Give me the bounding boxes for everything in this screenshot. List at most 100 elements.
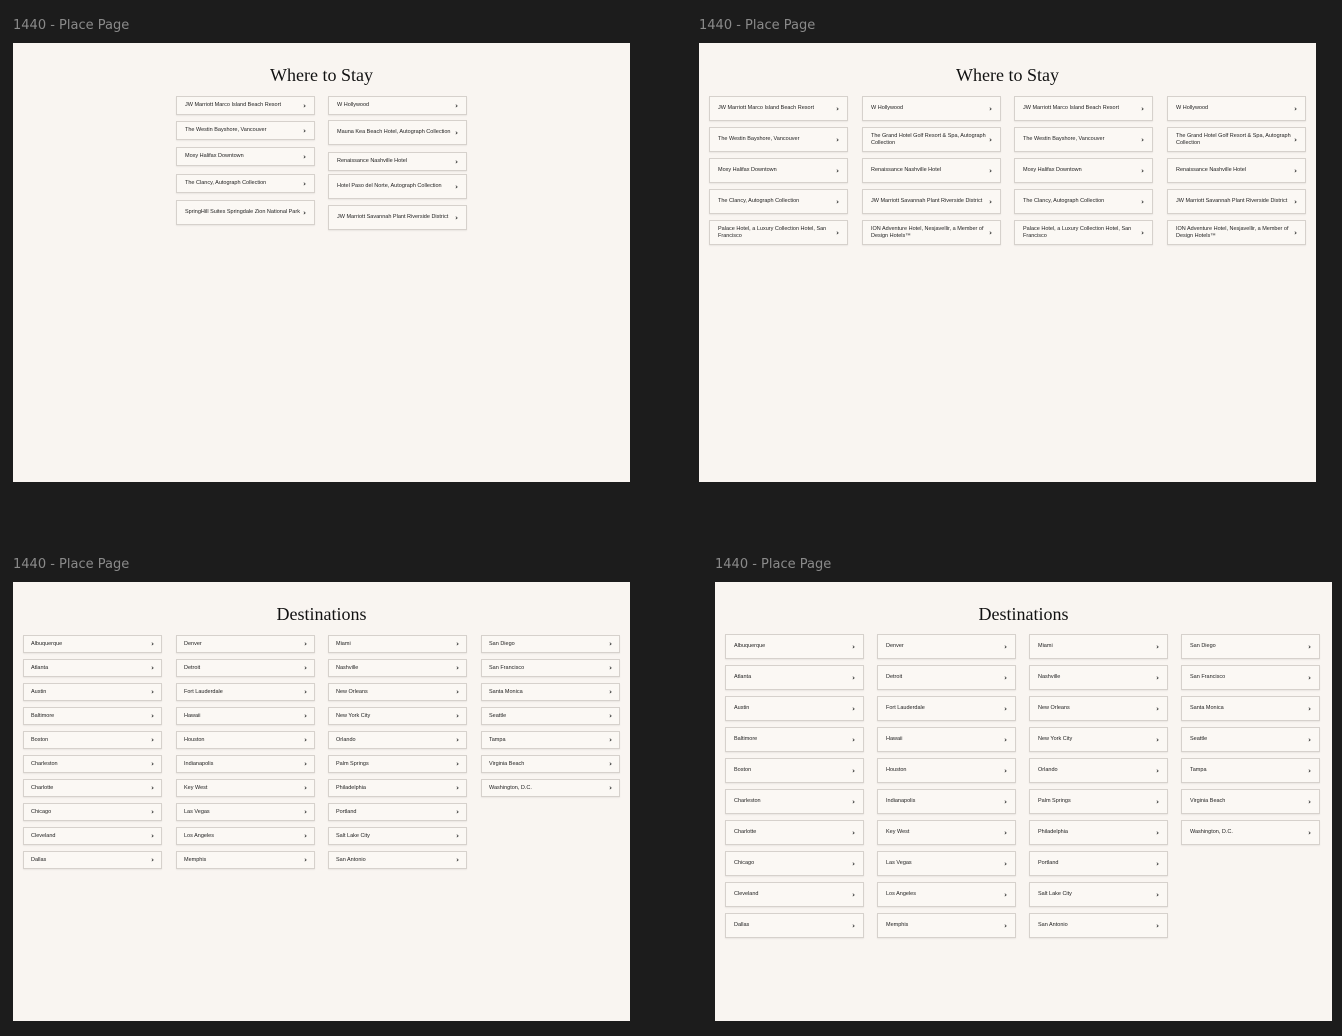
destination-card[interactable]: Albuquerque › xyxy=(23,635,162,653)
destination-card[interactable]: Chicago › xyxy=(23,803,162,821)
destination-card[interactable]: Tampa › xyxy=(1181,758,1320,783)
destination-card[interactable]: Fort Lauderdale › xyxy=(176,683,315,701)
destination-card[interactable]: Dallas › xyxy=(23,851,162,869)
destination-card[interactable]: Indianapolis › xyxy=(877,789,1016,814)
hotel-card[interactable]: The Clancy, Autograph Collection › xyxy=(1014,189,1153,214)
destination-card[interactable]: New York City › xyxy=(1029,727,1168,752)
destination-card[interactable]: Salt Lake City › xyxy=(328,827,467,845)
hotel-card[interactable]: Renaissance Nashville Hotel › xyxy=(1167,158,1306,183)
hotel-card[interactable]: Palace Hotel, a Luxury Collection Hotel,… xyxy=(1014,220,1153,245)
hotel-card[interactable]: The Clancy, Autograph Collection › xyxy=(176,174,315,193)
destination-card[interactable]: Palm Springs › xyxy=(328,755,467,773)
place-page-frame[interactable]: Where to Stay JW Marriott Marco Island B… xyxy=(13,43,630,482)
hotel-card[interactable]: Hotel Paso del Norte, Autograph Collecti… xyxy=(328,174,467,199)
destination-card[interactable]: Key West › xyxy=(176,779,315,797)
destination-card[interactable]: San Diego › xyxy=(1181,634,1320,659)
hotel-card[interactable]: JW Marriott Marco Island Beach Resort › xyxy=(709,96,848,121)
hotel-card[interactable]: Moxy Halifax Downtown › xyxy=(1014,158,1153,183)
destination-card[interactable]: Virginia Beach › xyxy=(481,755,620,773)
destination-card[interactable]: Cleveland › xyxy=(725,882,864,907)
hotel-card[interactable]: Moxy Halifax Downtown › xyxy=(709,158,848,183)
hotel-card[interactable]: W Hollywood › xyxy=(328,96,467,115)
destination-card[interactable]: Cleveland › xyxy=(23,827,162,845)
hotel-card[interactable]: W Hollywood › xyxy=(1167,96,1306,121)
destination-card[interactable]: Washington, D.C. › xyxy=(1181,820,1320,845)
destination-card[interactable]: New Orleans › xyxy=(328,683,467,701)
destination-card[interactable]: Virginia Beach › xyxy=(1181,789,1320,814)
hotel-card[interactable]: ION Adventure Hotel, Nesjavellir, a Memb… xyxy=(862,220,1001,245)
hotel-card[interactable]: The Grand Hotel Golf Resort & Spa, Autog… xyxy=(1167,127,1306,152)
destination-card[interactable]: Memphis › xyxy=(877,913,1016,938)
hotel-card[interactable]: JW Marriott Marco Island Beach Resort › xyxy=(176,96,315,115)
destination-card[interactable]: Miami › xyxy=(1029,634,1168,659)
destination-card[interactable]: Boston › xyxy=(23,731,162,749)
hotel-card[interactable]: JW Marriott Savannah Plant Riverside Dis… xyxy=(862,189,1001,214)
frame-title[interactable]: 1440 - Place Page xyxy=(699,18,815,33)
place-page-frame[interactable]: Destinations Albuquerque › Atlanta › Austin ›… xyxy=(13,582,630,1021)
destination-card[interactable]: Washington, D.C. › xyxy=(481,779,620,797)
destination-card[interactable]: Baltimore › xyxy=(725,727,864,752)
destination-card[interactable]: San Francisco › xyxy=(1181,665,1320,690)
hotel-card[interactable]: W Hollywood › xyxy=(862,96,1001,121)
destination-card[interactable]: Las Vegas › xyxy=(176,803,315,821)
destination-card[interactable]: Philadelphia › xyxy=(1029,820,1168,845)
destination-card[interactable]: Chicago › xyxy=(725,851,864,876)
destination-card[interactable]: Miami › xyxy=(328,635,467,653)
destination-card[interactable]: Philadelphia › xyxy=(328,779,467,797)
destination-card[interactable]: Hawaii › xyxy=(176,707,315,725)
hotel-card[interactable]: The Westin Bayshore, Vancouver › xyxy=(1014,127,1153,152)
hotel-card[interactable]: JW Marriott Savannah Plant Riverside Dis… xyxy=(1167,189,1306,214)
hotel-card[interactable]: SpringHill Suites Springdale Zion Nation… xyxy=(176,200,315,225)
hotel-card[interactable]: The Westin Bayshore, Vancouver › xyxy=(709,127,848,152)
frame-title[interactable]: 1440 - Place Page xyxy=(715,557,831,572)
destination-card[interactable]: Salt Lake City › xyxy=(1029,882,1168,907)
destination-card[interactable]: Los Angeles › xyxy=(176,827,315,845)
hotel-card[interactable]: JW Marriott Marco Island Beach Resort › xyxy=(1014,96,1153,121)
destination-card[interactable]: Portland › xyxy=(328,803,467,821)
hotel-card[interactable]: ION Adventure Hotel, Nesjavellir, a Memb… xyxy=(1167,220,1306,245)
frame-title[interactable]: 1440 - Place Page xyxy=(13,557,129,572)
destination-card[interactable]: San Antonio › xyxy=(1029,913,1168,938)
destination-card[interactable]: Nashville › xyxy=(328,659,467,677)
destination-card[interactable]: New Orleans › xyxy=(1029,696,1168,721)
destination-card[interactable]: Albuquerque › xyxy=(725,634,864,659)
destination-card[interactable]: Portland › xyxy=(1029,851,1168,876)
destination-card[interactable]: Santa Monica › xyxy=(481,683,620,701)
hotel-card[interactable]: The Grand Hotel Golf Resort & Spa, Autog… xyxy=(862,127,1001,152)
destination-card[interactable]: San Francisco › xyxy=(481,659,620,677)
destination-card[interactable]: Los Angeles › xyxy=(877,882,1016,907)
destination-card[interactable]: San Diego › xyxy=(481,635,620,653)
destination-card[interactable]: Orlando › xyxy=(1029,758,1168,783)
destination-card[interactable]: Charlotte › xyxy=(23,779,162,797)
destination-card[interactable]: Dallas › xyxy=(725,913,864,938)
destination-card[interactable]: Orlando › xyxy=(328,731,467,749)
destination-card[interactable]: Hawaii › xyxy=(877,727,1016,752)
destination-card[interactable]: Key West › xyxy=(877,820,1016,845)
destination-card[interactable]: Houston › xyxy=(877,758,1016,783)
destination-card[interactable]: Houston › xyxy=(176,731,315,749)
frame-title[interactable]: 1440 - Place Page xyxy=(13,18,129,33)
destination-card[interactable]: Austin › xyxy=(23,683,162,701)
destination-card[interactable]: Tampa › xyxy=(481,731,620,749)
place-page-frame[interactable]: Destinations Albuquerque › Atlanta › Austin ›… xyxy=(715,582,1332,1021)
destination-card[interactable]: Atlanta › xyxy=(23,659,162,677)
destination-card[interactable]: Atlanta › xyxy=(725,665,864,690)
destination-card[interactable]: New York City › xyxy=(328,707,467,725)
destination-card[interactable]: Memphis › xyxy=(176,851,315,869)
destination-card[interactable]: Charleston › xyxy=(725,789,864,814)
destination-card[interactable]: Austin › xyxy=(725,696,864,721)
destination-card[interactable]: Denver › xyxy=(877,634,1016,659)
hotel-card[interactable]: Moxy Halifax Downtown › xyxy=(176,147,315,166)
destination-card[interactable]: Seattle › xyxy=(1181,727,1320,752)
destination-card[interactable]: Santa Monica › xyxy=(1181,696,1320,721)
destination-card[interactable]: Las Vegas › xyxy=(877,851,1016,876)
place-page-frame[interactable]: Where to Stay JW Marriott Marco Island B… xyxy=(699,43,1316,482)
destination-card[interactable]: Indianapolis › xyxy=(176,755,315,773)
hotel-card[interactable]: The Westin Bayshore, Vancouver › xyxy=(176,121,315,140)
destination-card[interactable]: Palm Springs › xyxy=(1029,789,1168,814)
destination-card[interactable]: Detroit › xyxy=(176,659,315,677)
destination-card[interactable]: Fort Lauderdale › xyxy=(877,696,1016,721)
destination-card[interactable]: Charleston › xyxy=(23,755,162,773)
destination-card[interactable]: San Antonio › xyxy=(328,851,467,869)
hotel-card[interactable]: Renaissance Nashville Hotel › xyxy=(862,158,1001,183)
